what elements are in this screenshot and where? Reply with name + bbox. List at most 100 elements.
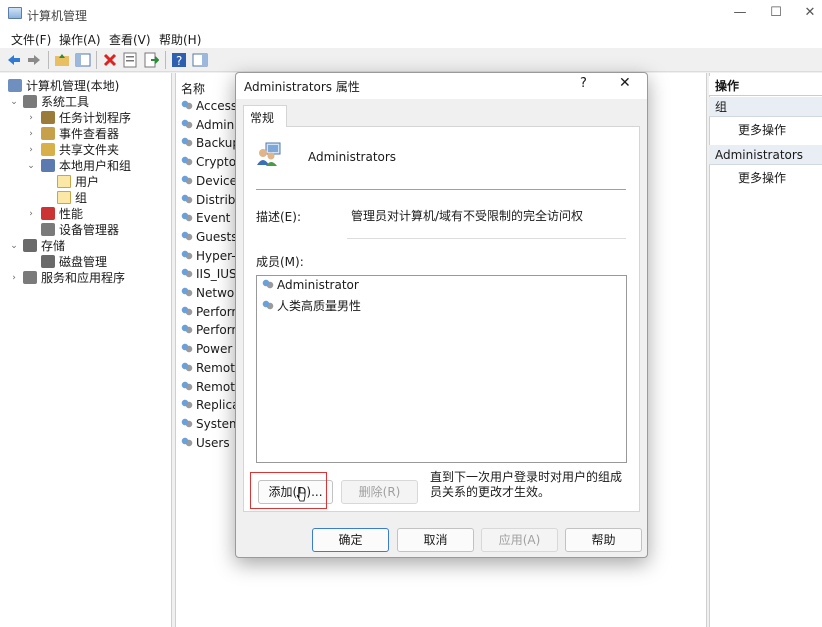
show-hide-tree-icon[interactable] [75,52,91,68]
node-icon [23,271,37,284]
actions-section-group[interactable]: 组 [709,97,822,117]
tree-item-label: 组 [75,191,88,205]
toolbar-separator [165,51,166,69]
up-folder-icon[interactable] [54,52,70,68]
list-item[interactable]: Perform [181,304,238,320]
list-item[interactable]: Cryptog [181,154,238,170]
list-item[interactable]: System I [181,416,238,432]
show-action-pane-icon[interactable] [192,52,208,68]
group-icon [181,137,193,150]
minimize-button[interactable]: — [730,4,750,22]
forward-icon[interactable] [26,52,42,68]
chevron-right-icon[interactable]: › [27,206,35,222]
column-header-name[interactable]: 名称 [181,80,205,97]
node-icon [41,159,55,172]
chevron-right-icon[interactable]: › [27,142,35,158]
group-icon [181,361,193,374]
list-item-label: Adminis [196,117,238,132]
window-title: 计算机管理 [27,9,88,23]
back-icon[interactable] [6,52,22,68]
list-item[interactable]: Event Lo [181,210,238,226]
group-icon [181,343,193,356]
more-actions-group[interactable]: 更多操作 [738,121,786,138]
more-actions-administrators[interactable]: 更多操作 [738,169,786,186]
list-item[interactable]: Guests [181,229,238,245]
menu-file[interactable]: 文件(F) [11,31,51,48]
list-item[interactable]: Distribut [181,192,238,208]
list-item[interactable]: Perform [181,322,238,338]
list-item-label: Power U [196,342,238,357]
group-icon [181,230,193,243]
list-item[interactable]: Hyper-V [181,248,238,264]
group-icon [181,436,193,449]
list-item[interactable]: Adminis [181,117,238,133]
group-icon [181,174,193,187]
mouse-cursor-icon [296,487,306,502]
chevron-right-icon[interactable]: › [27,126,35,142]
membership-note: 直到下一次用户登录时对用户的组成员关系的更改才生效。 [430,470,623,499]
tab-general[interactable]: 常规 [243,105,287,127]
list-item[interactable]: Remote [181,360,238,376]
actions-section-administrators[interactable]: Administrators [709,145,822,165]
menu-help[interactable]: 帮助(H) [159,31,201,48]
actions-header: 操作 [709,76,822,96]
group-icon [181,193,193,206]
chevron-right-icon[interactable]: › [10,270,18,286]
menu-action[interactable]: 操作(A) [59,31,101,48]
tree-item-label: 本地用户和组 [59,159,132,173]
toolbar-separator [48,51,49,69]
tree-item-label: 性能 [59,207,84,221]
list-item[interactable]: Replicat [181,397,238,413]
menu-view[interactable]: 查看(V) [109,31,151,48]
dialog-help-button[interactable]: ? [580,76,587,91]
node-icon [23,239,37,252]
close-button[interactable]: ✕ [800,4,820,22]
folder-icon [57,191,71,204]
chevron-right-icon[interactable]: › [27,110,35,126]
chevron-down-icon[interactable]: ⌄ [10,238,18,254]
tree-item-label: 用户 [75,175,100,189]
chevron-down-icon[interactable]: ⌄ [27,158,35,174]
list-item[interactable]: Device O [181,173,238,189]
cancel-button[interactable]: 取消 [397,528,474,552]
list-item[interactable]: IIS_IUSR [181,266,238,282]
group-icon [181,249,193,262]
list-item-label: Event Lo [196,211,238,226]
title-bar [0,0,822,28]
list-item[interactable]: Remote [181,379,238,395]
list-item-label: Access C [196,99,238,113]
group-icon [181,380,193,393]
list-item-label: Guests [196,229,238,244]
properties-icon[interactable] [122,52,138,68]
help-button[interactable]: 帮助 [565,528,642,552]
member-item[interactable]: Administrator [262,278,359,292]
ok-button[interactable]: 确定 [312,528,389,552]
export-list-icon[interactable] [143,52,159,68]
group-icon [181,268,193,281]
list-item[interactable]: Access C [181,98,238,114]
list-item[interactable]: Backup O [181,135,238,151]
chevron-down-icon[interactable]: ⌄ [10,94,18,110]
tree-item-label: 设备管理器 [59,223,120,237]
tree-item-label: 服务和应用程序 [41,271,126,285]
list-item[interactable]: Power U [181,341,238,357]
dialog-close-button[interactable]: ✕ [619,75,631,91]
group-icon [181,399,193,412]
tree-item-label: 计算机管理(本地) [26,79,120,93]
member-item[interactable]: 人类高质量男性 [262,297,361,314]
description-label: 描述(E): [256,210,301,224]
list-item[interactable]: Users [181,435,238,451]
list-item[interactable]: Network [181,285,238,301]
dialog-title: Administrators 属性 [244,80,360,94]
delete-icon[interactable] [102,52,118,68]
group-name: Administrators [308,150,397,164]
node-icon [41,223,55,236]
apply-button[interactable]: 应用(A) [481,528,558,552]
remove-button[interactable]: 删除(R) [341,480,418,504]
help-icon[interactable]: ? [171,52,187,68]
toolbar-separator [96,51,97,69]
group-icon [181,324,193,337]
description-value: 管理员对计算机/域有不受限制的完全访问权 [351,209,584,223]
maximize-button[interactable]: ☐ [766,4,786,22]
node-icon [41,143,55,156]
